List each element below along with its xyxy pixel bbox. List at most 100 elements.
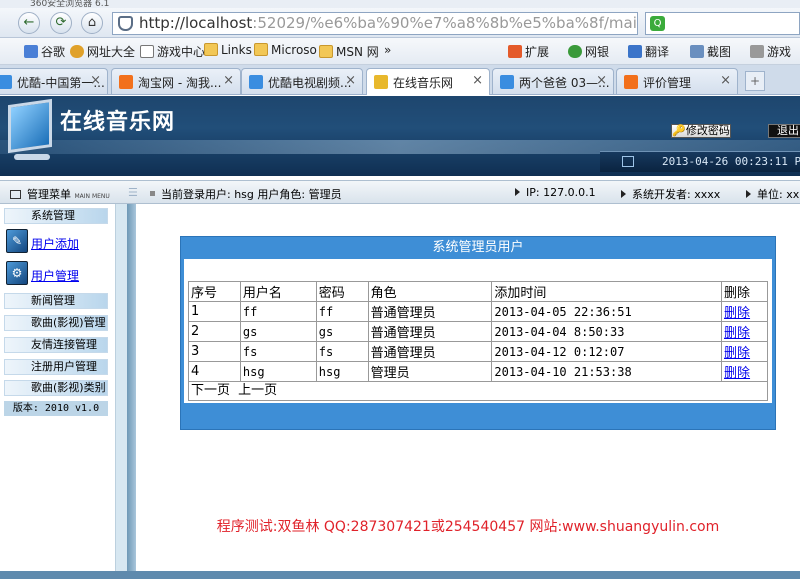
sidebar-item-links[interactable]: 友情连接管理 xyxy=(4,337,108,353)
cell-time: 2013-04-04 8:50:33 xyxy=(491,321,723,342)
tab-youku-tv[interactable]: 优酷电视剧频... × xyxy=(241,68,363,94)
ext-button[interactable]: 扩展 xyxy=(508,43,549,60)
add-user-icon: ✎ xyxy=(6,229,28,253)
sidebar-item-add-user[interactable]: ✎ 用户添加 xyxy=(4,226,108,258)
cell-user: gs xyxy=(239,321,317,342)
cell-time: 2013-04-12 0:12:07 xyxy=(491,341,723,362)
close-icon[interactable]: × xyxy=(90,73,101,88)
bank-icon xyxy=(568,45,582,58)
shield-icon xyxy=(118,16,133,31)
tab-taobao[interactable]: 淘宝网 - 淘我... × xyxy=(111,68,241,94)
bookmark-sites[interactable]: 网址大全 xyxy=(70,43,135,60)
sidebar-item-songs[interactable]: 歌曲(影视)管理 xyxy=(4,315,108,331)
sidebar-rail-shade xyxy=(127,204,136,579)
splitter-icon: ☰ xyxy=(128,186,138,199)
close-icon[interactable]: × xyxy=(472,73,483,88)
bookmark-google[interactable]: 谷歌 xyxy=(24,43,65,60)
col-id: 序号 xyxy=(188,281,241,302)
exit-button[interactable]: 退出 xyxy=(768,124,800,138)
close-icon[interactable]: × xyxy=(720,73,731,88)
cell-password: ff xyxy=(315,301,369,322)
calendar-icon xyxy=(622,156,634,167)
delete-link[interactable]: 删除 xyxy=(724,326,750,341)
address-toolbar: ← ⟳ ⌂ http://localhost:52029/%e6%ba%90%e… xyxy=(0,8,800,38)
cell-role: 管理员 xyxy=(367,361,493,382)
cell-role: 普通管理员 xyxy=(367,341,493,362)
developer: 系统开发者: xxxx xyxy=(621,186,720,202)
gamepad-icon xyxy=(750,45,764,58)
cell-delete: 删除 xyxy=(721,341,768,362)
sidebar: 系统管理 ✎ 用户添加 ⚙ 用户管理 新闻管理 歌曲(影视)管理 友情连接管理 … xyxy=(0,204,136,579)
refresh-button[interactable]: ⟳ xyxy=(50,12,72,34)
bookmarks-more[interactable]: » xyxy=(384,43,391,57)
cell-time: 2013-04-05 22:36:51 xyxy=(491,301,723,322)
youku-icon xyxy=(249,75,263,89)
sidebar-item-system[interactable]: 系统管理 xyxy=(4,208,108,224)
cell-time: 2013-04-10 21:53:38 xyxy=(491,361,723,382)
col-role: 角色 xyxy=(367,281,493,302)
bookmark-microsoft[interactable]: Microso xyxy=(254,43,317,57)
prev-page-link[interactable]: 上一页 xyxy=(238,383,277,398)
delete-link[interactable]: 删除 xyxy=(724,346,750,361)
back-button[interactable]: ← xyxy=(18,12,40,34)
change-password-button[interactable]: 🔑修改密码 xyxy=(671,124,731,138)
close-icon[interactable]: × xyxy=(596,73,607,88)
col-time: 添加时间 xyxy=(491,281,723,302)
sidebar-item-manage-user[interactable]: ⚙ 用户管理 xyxy=(4,258,108,290)
bookmark-games[interactable]: 游戏中心 xyxy=(140,43,205,60)
youku-icon xyxy=(0,75,12,89)
bookmarks-bar: 谷歌 网址大全 游戏中心 Links Microso MSN 网 » 扩展 网银… xyxy=(0,38,800,65)
col-password: 密码 xyxy=(315,281,369,302)
cell-id: 3 xyxy=(188,341,241,362)
monitor-icon xyxy=(8,98,52,154)
menu-heading: 管理菜单 MAIN MENU xyxy=(10,186,110,202)
col-user: 用户名 xyxy=(239,281,317,302)
tab-two-dads[interactable]: 两个爸爸 03—... × xyxy=(492,68,614,94)
site-banner: 在线音乐网 🔑修改密码 退出 2013-04-26 00:23:11 PM xyxy=(0,96,800,176)
tab-review[interactable]: 评价管理 × xyxy=(616,68,738,94)
cell-user: ff xyxy=(239,301,317,322)
bank-button[interactable]: 网银 xyxy=(568,43,609,60)
cell-password: hsg xyxy=(315,361,369,382)
cell-id: 1 xyxy=(188,301,241,322)
extension-icon xyxy=(508,45,522,58)
cell-role: 普通管理员 xyxy=(367,301,493,322)
address-bar[interactable]: http://localhost:52029/%e6%ba%90%e7%a8%8… xyxy=(112,12,638,35)
table-row: 2 gs gs 普通管理员 2013-04-04 8:50:33 删除 xyxy=(188,321,768,342)
games-button[interactable]: 游戏 xyxy=(750,43,791,60)
bookmark-links[interactable]: Links xyxy=(204,43,252,57)
translate-button[interactable]: 翻译 xyxy=(628,43,669,60)
ip-address: IP: 127.0.0.1 xyxy=(515,186,596,199)
delete-link[interactable]: 删除 xyxy=(724,306,750,321)
screenshot-button[interactable]: 截图 xyxy=(690,43,731,60)
new-tab-button[interactable]: + xyxy=(745,71,765,91)
delete-link[interactable]: 删除 xyxy=(724,366,750,381)
close-icon[interactable]: × xyxy=(345,73,356,88)
sidebar-item-categories[interactable]: 歌曲(影视)类别 xyxy=(4,380,108,396)
sites-icon xyxy=(70,45,84,58)
sidebar-item-news[interactable]: 新闻管理 xyxy=(4,293,108,309)
home-button[interactable]: ⌂ xyxy=(81,12,103,34)
info-bar: 管理菜单 MAIN MENU ☰ 当前登录用户: hsg 用户角色: 管理员 I… xyxy=(0,180,800,204)
cell-delete: 删除 xyxy=(721,301,768,322)
cell-password: fs xyxy=(315,341,369,362)
close-icon[interactable]: × xyxy=(223,73,234,88)
tab-youku[interactable]: 优酷-中国第一... × xyxy=(0,68,108,94)
search-engine-icon: Q xyxy=(650,16,665,31)
translate-icon xyxy=(628,45,642,58)
panel-title: 系统管理员用户 xyxy=(432,240,524,255)
bookmark-msn[interactable]: MSN 网 xyxy=(319,43,379,60)
datetime-bar: 2013-04-26 00:23:11 PM xyxy=(600,151,800,172)
table-row: 4 hsg hsg 管理员 2013-04-10 21:53:38 删除 xyxy=(188,361,768,382)
next-page-link[interactable]: 下一页 xyxy=(191,383,230,398)
folder-icon xyxy=(254,43,268,56)
window-titlebar: 360安全浏览器 6.1 xyxy=(0,0,800,9)
tab-music[interactable]: 在线音乐网 × xyxy=(366,68,490,95)
folder-icon xyxy=(319,45,333,58)
admin-users-panel: 系统管理员用户 序号 用户名 密码 角色 添加时间 删除 1 ff ff 普通管… xyxy=(180,236,776,430)
cell-user: hsg xyxy=(239,361,317,382)
search-input[interactable]: Q xyxy=(645,12,800,35)
cell-user: fs xyxy=(239,341,317,362)
sidebar-item-reg-users[interactable]: 注册用户管理 xyxy=(4,359,108,375)
datetime: 2013-04-26 00:23:11 PM xyxy=(662,155,800,168)
